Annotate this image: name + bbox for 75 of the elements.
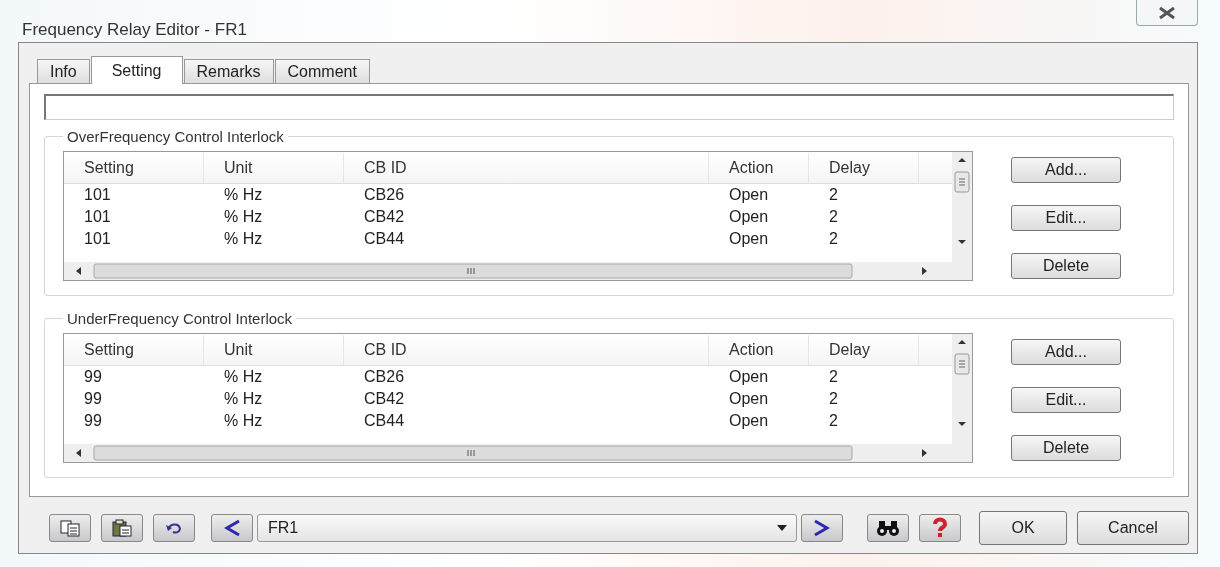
table-cell-text: 2 <box>828 412 839 430</box>
window-title: Frequency Relay Editor - FR1 <box>22 20 247 40</box>
caret-icon <box>776 524 788 532</box>
table-cell-text: Open <box>728 186 770 204</box>
group-title: OverFrequency Control Interlock <box>66 128 285 145</box>
table-cell-text: 99 <box>83 368 103 386</box>
table-cell-text: 101 <box>83 230 112 248</box>
table-cell-text: CB44 <box>363 230 406 248</box>
paste-button[interactable] <box>101 514 143 542</box>
vertical-scrollbar[interactable] <box>952 152 972 262</box>
table-cell-text: 2 <box>828 186 839 204</box>
table-cell-text: Open <box>728 368 770 386</box>
table-cell-text: 2 <box>828 368 839 386</box>
table-cell-text: 99 <box>83 390 103 408</box>
table-cell-text: % Hz <box>223 412 264 430</box>
column-header[interactable]: Action <box>709 152 809 183</box>
text-field[interactable] <box>44 94 1174 120</box>
tab[interactable]: Info <box>37 59 90 83</box>
column-header[interactable]: Unit <box>204 152 344 183</box>
vertical-scrollbar[interactable] <box>952 334 972 444</box>
copy-button[interactable] <box>49 514 91 542</box>
column-header[interactable]: Delay <box>809 334 919 365</box>
relay-dropdown[interactable]: FR1 <box>257 514 797 542</box>
table-cell-text: % Hz <box>223 208 264 226</box>
table-cell-text: % Hz <box>223 368 264 386</box>
tab[interactable]: Comment <box>274 59 370 83</box>
paste-icon <box>111 519 133 537</box>
table-cell-text: % Hz <box>223 186 264 204</box>
tab[interactable]: Remarks <box>183 59 274 83</box>
undo-button[interactable] <box>153 514 195 542</box>
close-button[interactable] <box>1136 0 1198 26</box>
column-header[interactable]: Setting <box>64 334 204 365</box>
table-cell-text: 101 <box>83 186 112 204</box>
table-cell-text: Open <box>728 412 770 430</box>
ok-button[interactable]: OK <box>979 511 1067 545</box>
action-button[interactable]: Delete <box>1011 253 1121 279</box>
horizontal-scrollbar[interactable] <box>64 262 972 280</box>
tab[interactable]: Setting <box>90 56 183 84</box>
cancel-button[interactable]: Cancel <box>1077 511 1189 545</box>
action-button[interactable]: Edit... <box>1011 387 1121 413</box>
table-cell-text: CB26 <box>363 186 406 204</box>
next-button[interactable] <box>801 514 843 542</box>
column-header[interactable]: CB ID <box>344 152 709 183</box>
action-button[interactable]: Add... <box>1011 339 1121 365</box>
help-icon <box>930 517 950 539</box>
action-button[interactable]: Add... <box>1011 157 1121 183</box>
column-header[interactable]: Action <box>709 334 809 365</box>
copy-icon <box>59 519 81 537</box>
column-header[interactable]: Setting <box>64 152 204 183</box>
close-icon <box>1157 5 1177 20</box>
column-header[interactable]: Unit <box>204 334 344 365</box>
action-button[interactable]: Delete <box>1011 435 1121 461</box>
table-cell-text: 2 <box>828 208 839 226</box>
help-button[interactable] <box>919 514 961 542</box>
binoculars-icon <box>875 518 901 538</box>
column-header[interactable]: CB ID <box>344 334 709 365</box>
table-cell-text: Open <box>728 208 770 226</box>
group-title: UnderFrequency Control Interlock <box>66 310 294 327</box>
table-cell-text: 99 <box>83 412 103 430</box>
table-cell-text: % Hz <box>223 230 264 248</box>
table-cell-text: CB44 <box>363 412 406 430</box>
table-cell-text: Open <box>728 390 770 408</box>
table-cell-text: CB42 <box>363 390 406 408</box>
find-button[interactable] <box>867 514 909 542</box>
table-cell-text: 2 <box>828 390 839 408</box>
table-cell-text: CB42 <box>363 208 406 226</box>
table-cell-text: CB26 <box>363 368 406 386</box>
previous-button[interactable] <box>211 514 253 542</box>
action-button[interactable]: Edit... <box>1011 205 1121 231</box>
horizontal-scrollbar[interactable] <box>64 444 972 462</box>
column-header[interactable]: Delay <box>809 152 919 183</box>
table-cell-text: 2 <box>828 230 839 248</box>
table-cell-text: 101 <box>83 208 112 226</box>
table-cell-text: % Hz <box>223 390 264 408</box>
table-cell-text: Open <box>728 230 770 248</box>
